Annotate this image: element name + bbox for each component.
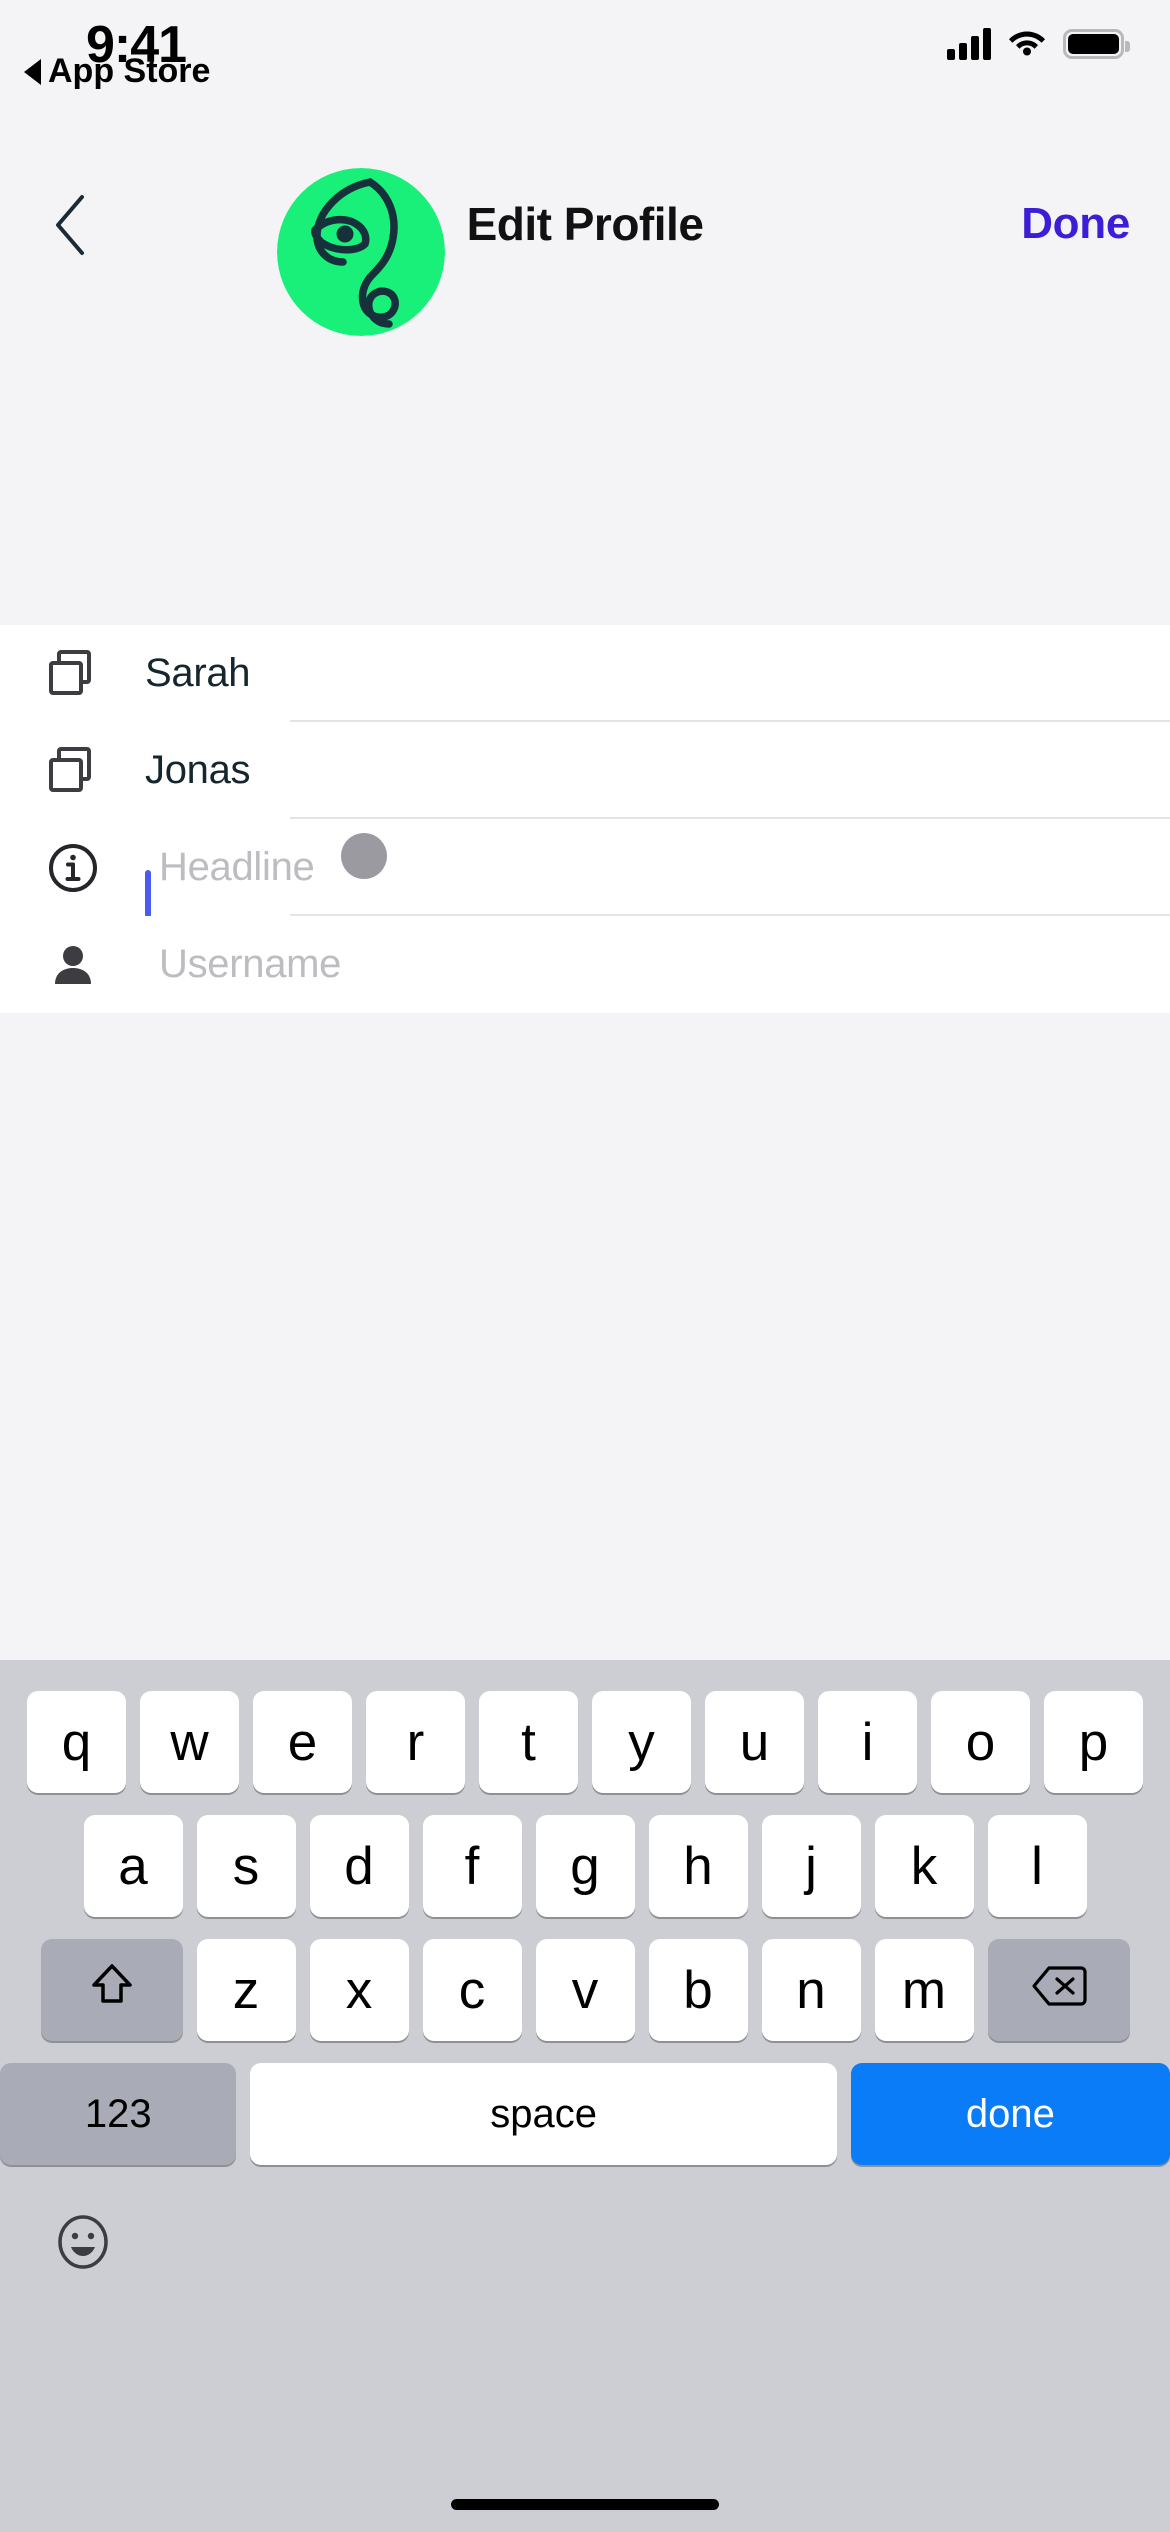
back-to-app-store-button[interactable]: App Store xyxy=(24,52,210,91)
field-row-headline[interactable]: Headline xyxy=(0,819,1170,918)
shift-arrow-up-icon xyxy=(87,1959,137,2022)
username-input[interactable]: Username xyxy=(145,942,341,987)
key-e[interactable]: e xyxy=(253,1691,352,1793)
profile-form: Sarah Jonas Headline Username xyxy=(0,625,1170,1013)
keyboard-row-2: a s d f g h j k l xyxy=(0,1793,1170,1917)
key-p[interactable]: p xyxy=(1044,1691,1143,1793)
key-j[interactable]: j xyxy=(761,1815,861,1917)
field-row-last-name[interactable]: Jonas xyxy=(0,722,1170,819)
key-o[interactable]: o xyxy=(931,1691,1030,1793)
key-q[interactable]: q xyxy=(27,1691,126,1793)
back-to-app-store-label: App Store xyxy=(48,52,211,90)
field-body-first-name[interactable]: Sarah xyxy=(145,625,1170,722)
key-d[interactable]: d xyxy=(309,1815,409,1917)
keyboard-row-1: q w e r t y u i o p xyxy=(0,1660,1170,1793)
key-c[interactable]: c xyxy=(422,1939,522,2041)
triangle-left-icon xyxy=(24,58,41,85)
navigation-bar: Edit Profile Done xyxy=(0,175,1170,280)
key-r[interactable]: r xyxy=(366,1691,465,1793)
key-n[interactable]: n xyxy=(761,1939,861,2041)
page-title: Edit Profile xyxy=(466,198,704,250)
last-name-input[interactable]: Jonas xyxy=(145,748,251,793)
copy-stack-icon xyxy=(0,647,145,701)
keyboard-done-key[interactable]: done xyxy=(850,2063,1170,2165)
done-button[interactable]: Done xyxy=(1021,199,1130,249)
home-indicator-bar[interactable] xyxy=(451,2499,719,2510)
key-s[interactable]: s xyxy=(196,1815,296,1917)
info-circle-icon xyxy=(0,841,145,895)
key-l[interactable]: l xyxy=(987,1815,1087,1917)
profile-avatar-line-art-face xyxy=(277,168,445,336)
avatar[interactable] xyxy=(277,168,445,336)
key-f[interactable]: f xyxy=(422,1815,522,1917)
on-screen-keyboard: q w e r t y u i o p a s d f g h j k l z … xyxy=(0,1660,1170,2532)
status-bar: 9:41 App Store xyxy=(0,0,1170,175)
wifi-icon xyxy=(1007,26,1047,61)
numbers-key[interactable]: 123 xyxy=(0,2063,237,2165)
content-spacer xyxy=(0,1213,1170,1660)
key-t[interactable]: t xyxy=(479,1691,578,1793)
phone-screen: 9:41 App Store Edit Profile Done Sarah J… xyxy=(0,0,1170,2532)
key-u[interactable]: u xyxy=(705,1691,804,1793)
field-body-last-name[interactable]: Jonas xyxy=(145,722,1170,819)
key-k[interactable]: k xyxy=(874,1815,974,1917)
emoji-smiley-icon xyxy=(52,2211,114,2278)
emoji-key[interactable] xyxy=(52,2213,114,2275)
shift-key[interactable] xyxy=(40,1939,183,2041)
keyboard-utility-row xyxy=(0,2165,1170,2275)
person-icon xyxy=(0,938,145,992)
key-h[interactable]: h xyxy=(648,1815,748,1917)
keyboard-row-4: 123 space done xyxy=(0,2041,1170,2165)
key-b[interactable]: b xyxy=(648,1939,748,2041)
key-v[interactable]: v xyxy=(535,1939,635,2041)
field-row-first-name[interactable]: Sarah xyxy=(0,625,1170,722)
key-y[interactable]: y xyxy=(592,1691,691,1793)
battery-full-icon xyxy=(1063,28,1130,59)
field-row-username[interactable]: Username xyxy=(0,916,1170,1013)
touch-indicator xyxy=(340,833,387,879)
cellular-signal-icon xyxy=(947,27,991,60)
backspace-key[interactable] xyxy=(987,1939,1130,2041)
key-x[interactable]: x xyxy=(309,1939,409,2041)
key-z[interactable]: z xyxy=(196,1939,296,2041)
key-a[interactable]: a xyxy=(83,1815,183,1917)
key-g[interactable]: g xyxy=(535,1815,635,1917)
field-body-username[interactable]: Username xyxy=(145,916,1170,1013)
status-bar-indicators xyxy=(947,26,1130,61)
key-m[interactable]: m xyxy=(874,1939,974,2041)
headline-input[interactable]: Headline xyxy=(159,845,315,889)
copy-stack-icon xyxy=(0,744,145,798)
backspace-delete-icon xyxy=(1031,1960,1087,2021)
key-i[interactable]: i xyxy=(818,1691,917,1793)
field-body-headline[interactable]: Headline xyxy=(145,819,1170,918)
key-w[interactable]: w xyxy=(140,1691,239,1793)
keyboard-row-3: z x c v b n m xyxy=(0,1917,1170,2041)
first-name-input[interactable]: Sarah xyxy=(145,651,251,696)
space-key[interactable]: space xyxy=(250,2063,837,2165)
text-cursor xyxy=(145,870,151,918)
profile-header xyxy=(0,168,1170,625)
